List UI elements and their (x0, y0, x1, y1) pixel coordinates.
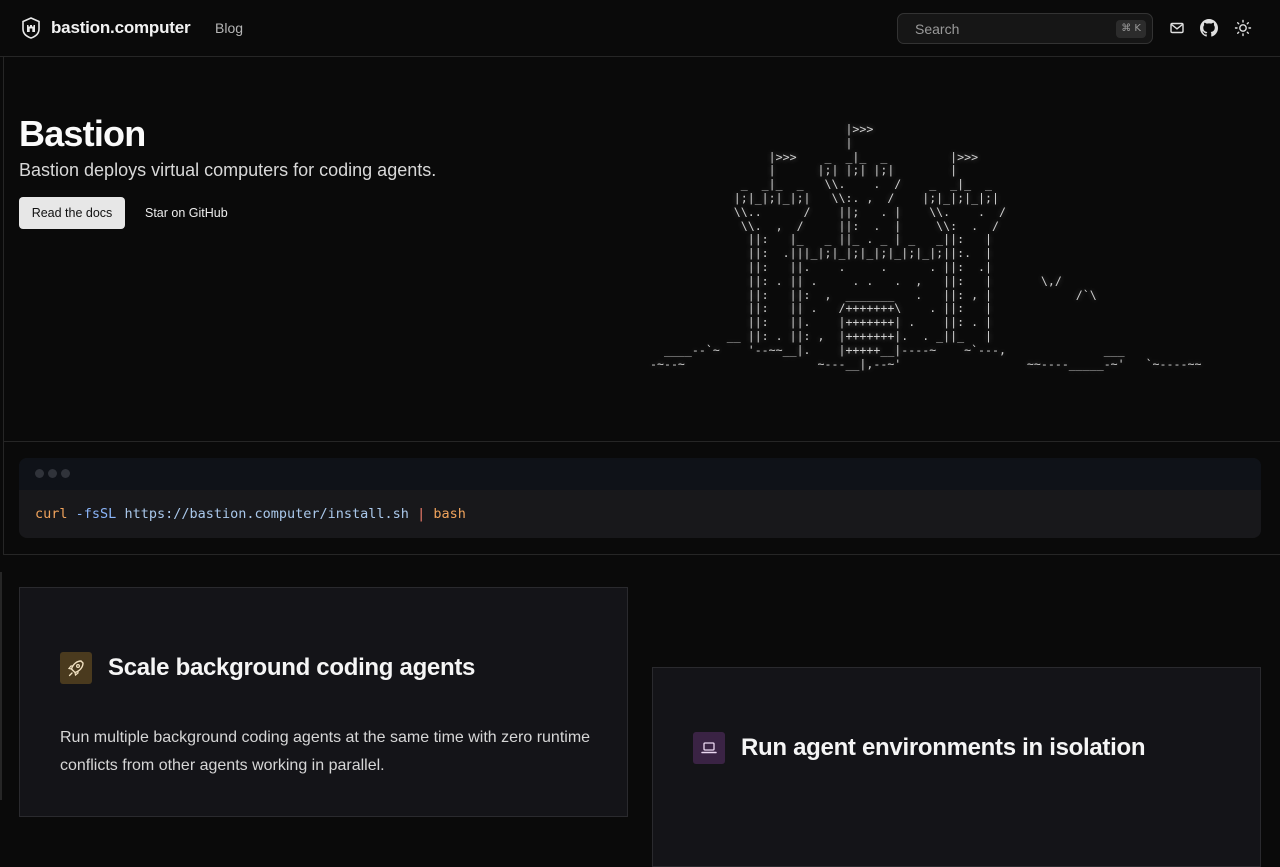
window-dot-icon (35, 469, 44, 478)
rocket-icon (60, 652, 92, 684)
mail-icon[interactable] (1168, 19, 1186, 37)
site-header: bastion.computer Blog Search ⌘ K (0, 0, 1280, 57)
features-divider (0, 572, 3, 800)
castle-logo-icon[interactable] (21, 17, 41, 39)
feature-title: Scale background coding agents (108, 654, 476, 681)
feature-description: Run multiple background coding agents at… (60, 729, 591, 774)
sun-theme-toggle-icon[interactable] (1234, 19, 1252, 37)
ascii-castle-art: |>>> | |>>> _ _|_ _ |>>> | |;| |;| |;| |… (650, 122, 1202, 371)
hero-subtitle: Bastion deploys virtual computers for co… (19, 160, 437, 180)
install-command[interactable]: curl -fsSL https://bastion.computer/inst… (35, 506, 466, 522)
search-placeholder: Search (915, 21, 960, 37)
flag-token: -fsSL (75, 506, 117, 522)
pipe-token: | (417, 506, 426, 522)
feature-card-isolation: Run agent environments in isolation (652, 667, 1261, 867)
feature-card-scale: Scale background coding agents Run multi… (19, 587, 628, 817)
feature-title: Run agent environments in isolation (741, 734, 1146, 761)
shell-token: bash (433, 506, 466, 522)
github-icon[interactable] (1200, 19, 1218, 37)
star-github-link[interactable]: Star on GitHub (145, 206, 228, 220)
brand-name[interactable]: bastion.computer (51, 18, 191, 38)
install-code-block: curl -fsSL https://bastion.computer/inst… (19, 458, 1261, 538)
window-dot-icon (48, 469, 57, 478)
nav-blog-link[interactable]: Blog (215, 20, 243, 36)
search-shortcut-badge: ⌘ K (1116, 20, 1146, 38)
cmd-token: curl (35, 506, 68, 522)
window-dot-icon (61, 469, 70, 478)
hero-title: Bastion (19, 113, 146, 154)
code-window-bar (19, 458, 1261, 490)
url-token: https://bastion.computer/install.sh (124, 506, 409, 522)
search-input[interactable]: Search ⌘ K (897, 13, 1153, 44)
read-docs-button[interactable]: Read the docs (19, 197, 125, 229)
laptop-icon (693, 732, 725, 764)
